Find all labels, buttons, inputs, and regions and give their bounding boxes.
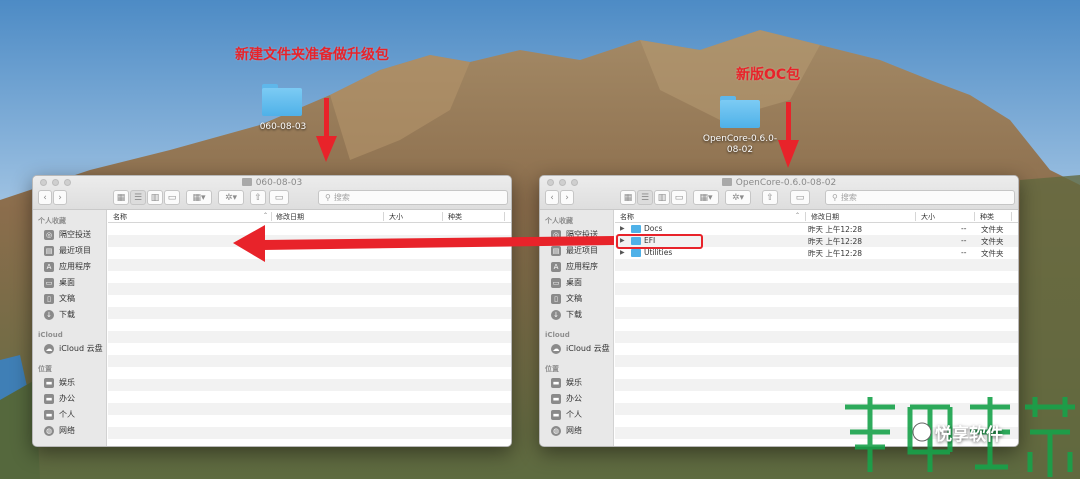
- arrow-left-head: [233, 225, 265, 262]
- arrow-left-shaft: [262, 236, 614, 250]
- watermark-text: 悦享软件: [935, 425, 1003, 445]
- wechat-icon: [912, 422, 932, 442]
- arrow-down-right-head: [778, 140, 799, 168]
- arrow-down-left-head: [316, 136, 337, 162]
